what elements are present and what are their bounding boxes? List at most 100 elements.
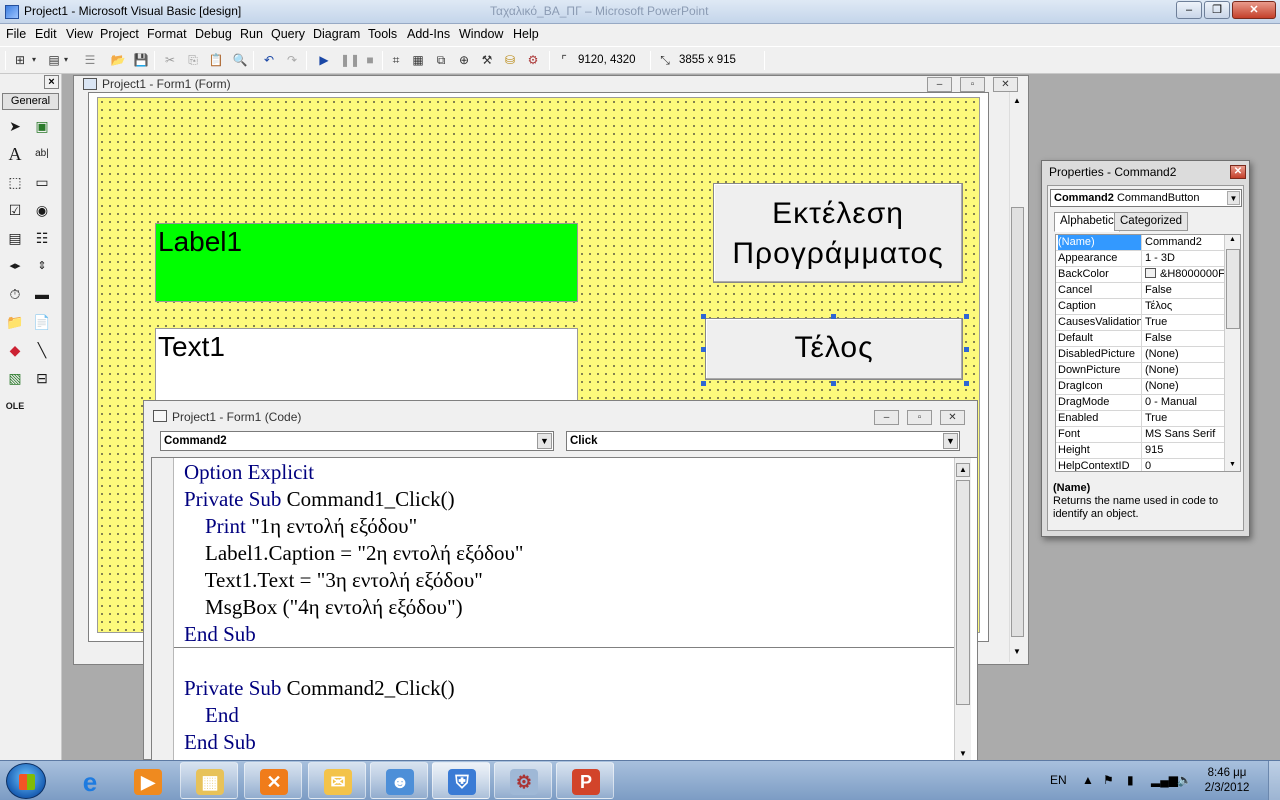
label-icon[interactable]: A xyxy=(4,143,26,165)
menu-help[interactable]: Help xyxy=(513,27,539,41)
open-project-icon[interactable]: 📂 xyxy=(110,52,126,68)
taskbar-visual-basic[interactable]: ⚙ xyxy=(494,762,552,799)
command-button-icon[interactable]: ▭ xyxy=(31,171,53,193)
properties-close-button[interactable]: ✕ xyxy=(1230,165,1246,179)
taskbar-xampp[interactable]: ✕ xyxy=(244,762,302,799)
add-form-icon[interactable]: ▤ xyxy=(46,52,62,68)
scroll-up-icon[interactable]: ▲ xyxy=(956,463,970,477)
volume-icon[interactable]: 🔈 xyxy=(1177,773,1192,787)
properties-window-icon[interactable]: ▦ xyxy=(410,52,426,68)
chevron-down-icon[interactable]: ▼ xyxy=(537,433,552,449)
toolbox-close-button[interactable]: × xyxy=(44,75,59,89)
form-vertical-scrollbar[interactable]: ▲ ▼ xyxy=(1009,92,1025,662)
close-button[interactable]: ✕ xyxy=(1232,1,1276,19)
tab-categorized[interactable]: Categorized xyxy=(1114,212,1189,231)
start-icon[interactable]: ▶ xyxy=(316,52,332,68)
clock[interactable]: 8:46 μμ 2/3/2012 xyxy=(1196,766,1258,796)
data-control-icon[interactable]: ⊟ xyxy=(31,367,53,389)
resize-handle[interactable] xyxy=(831,314,836,319)
scroll-down-icon[interactable]: ▼ xyxy=(956,748,970,760)
property-row[interactable]: Caption Τέλος xyxy=(1056,299,1224,315)
menu-query[interactable]: Query xyxy=(271,27,305,41)
code-line[interactable]: Text1.Text = "3η εντολή εξόδου" xyxy=(184,567,483,594)
taskbar-explorer[interactable]: ▦ xyxy=(180,762,238,799)
chevron-down-icon[interactable]: ▼ xyxy=(1227,191,1240,205)
code-line[interactable]: Private Sub Command2_Click() xyxy=(184,675,455,702)
resize-handle[interactable] xyxy=(964,347,969,352)
tab-alphabetic[interactable]: Alphabetic xyxy=(1054,212,1120,232)
property-row[interactable]: DragMode 0 - Manual xyxy=(1056,395,1224,411)
action-center-icon[interactable]: ⚑ xyxy=(1103,773,1114,787)
minimize-button[interactable]: – xyxy=(1176,1,1202,19)
properties-scrollbar[interactable]: ▲ ▼ xyxy=(1224,235,1240,471)
command2-button[interactable]: Τέλος xyxy=(705,318,963,380)
shape-icon[interactable]: ◆ xyxy=(4,339,26,361)
scroll-thumb[interactable] xyxy=(956,480,970,705)
hscrollbar-icon[interactable]: ◂▸ xyxy=(4,255,26,277)
project-explorer-icon[interactable]: ⌗ xyxy=(388,52,404,68)
textbox-icon[interactable]: ab| xyxy=(31,143,53,165)
scroll-up-icon[interactable]: ▲ xyxy=(1229,236,1236,243)
property-row[interactable]: Default False xyxy=(1056,331,1224,347)
code-line[interactable]: Print "1η εντολή εξόδου" xyxy=(184,513,417,540)
code-line[interactable]: End Sub xyxy=(184,729,256,756)
menu-debug[interactable]: Debug xyxy=(195,27,232,41)
code-line[interactable]: Label1.Caption = "2η εντολή εξόδου" xyxy=(184,540,523,567)
scroll-down-icon[interactable]: ▼ xyxy=(1013,647,1021,656)
scroll-thumb[interactable] xyxy=(1226,249,1240,329)
listbox-icon[interactable]: ☷ xyxy=(31,227,53,249)
code-line[interactable]: End xyxy=(184,702,239,729)
menu-view[interactable]: View xyxy=(66,27,93,41)
property-row[interactable]: Height 915 xyxy=(1056,443,1224,459)
taskbar-powerpoint[interactable]: P xyxy=(556,762,614,799)
chevron-down-icon[interactable]: ▾ xyxy=(30,52,38,68)
language-indicator[interactable]: EN xyxy=(1050,773,1067,787)
object-browser-icon[interactable]: ⊕ xyxy=(456,52,472,68)
network-icon[interactable]: ▂▄▆ xyxy=(1151,773,1178,787)
data-view-icon[interactable]: ⛁ xyxy=(502,52,518,68)
command1-button[interactable]: Εκτέλεση Προγράμματος xyxy=(713,183,963,283)
code-minimize-button[interactable]: – xyxy=(874,410,899,425)
menu-diagram[interactable]: Diagram xyxy=(313,27,360,41)
object-combo[interactable]: Command2 ▼ xyxy=(160,431,554,451)
show-desktop-button[interactable] xyxy=(1268,761,1280,800)
property-row[interactable]: CausesValidation True xyxy=(1056,315,1224,331)
scroll-thumb[interactable] xyxy=(1011,207,1024,637)
taskbar-outlook[interactable]: ✉ xyxy=(308,762,366,799)
scroll-up-icon[interactable]: ▲ xyxy=(1013,96,1021,105)
start-button[interactable] xyxy=(6,763,46,799)
add-project-icon[interactable]: ⊞ xyxy=(12,52,28,68)
menu-run[interactable]: Run xyxy=(240,27,263,41)
code-vertical-scrollbar[interactable]: ▲ ▼ xyxy=(954,458,971,760)
taskbar-media-player[interactable]: ▶ xyxy=(118,762,176,799)
resize-handle[interactable] xyxy=(701,314,706,319)
timer-icon[interactable]: ⏱ xyxy=(4,283,26,305)
code-editor[interactable]: Option Explicit Private Sub Command1_Cli… xyxy=(151,457,978,761)
menu-tools[interactable]: Tools xyxy=(368,27,397,41)
code-maximize-button[interactable]: ▫ xyxy=(907,410,932,425)
form-maximize-button[interactable]: ▫ xyxy=(960,77,985,92)
filelistbox-icon[interactable]: 📄 xyxy=(31,311,53,333)
tray-expand-icon[interactable]: ▲ xyxy=(1082,773,1094,787)
pointer-icon[interactable]: ➤ xyxy=(4,115,26,137)
restore-button[interactable]: ❐ xyxy=(1204,1,1230,19)
property-row[interactable]: Font MS Sans Serif xyxy=(1056,427,1224,443)
taskbar-ie[interactable]: e xyxy=(60,762,118,799)
combobox-icon[interactable]: ▤ xyxy=(4,227,26,249)
form-minimize-button[interactable]: – xyxy=(927,77,952,92)
dirlistbox-icon[interactable]: 📁 xyxy=(4,311,26,333)
save-project-icon[interactable]: 💾 xyxy=(133,52,149,68)
menu-window[interactable]: Window xyxy=(459,27,503,41)
undo-icon[interactable]: ↶ xyxy=(261,52,277,68)
resize-handle[interactable] xyxy=(701,347,706,352)
chevron-down-icon[interactable]: ▼ xyxy=(943,433,958,449)
ole-icon[interactable]: OLE xyxy=(4,395,26,417)
menu-file[interactable]: File xyxy=(6,27,26,41)
resize-handle[interactable] xyxy=(701,381,706,386)
text1-control[interactable]: Text1 xyxy=(155,328,578,407)
copy-icon[interactable]: ⎘ xyxy=(185,52,201,68)
frame-icon[interactable]: ⬚ xyxy=(4,171,26,193)
checkbox-icon[interactable]: ☑ xyxy=(4,199,26,221)
drivelistbox-icon[interactable]: ▬ xyxy=(31,283,53,305)
chevron-down-icon[interactable]: ▾ xyxy=(62,52,70,68)
